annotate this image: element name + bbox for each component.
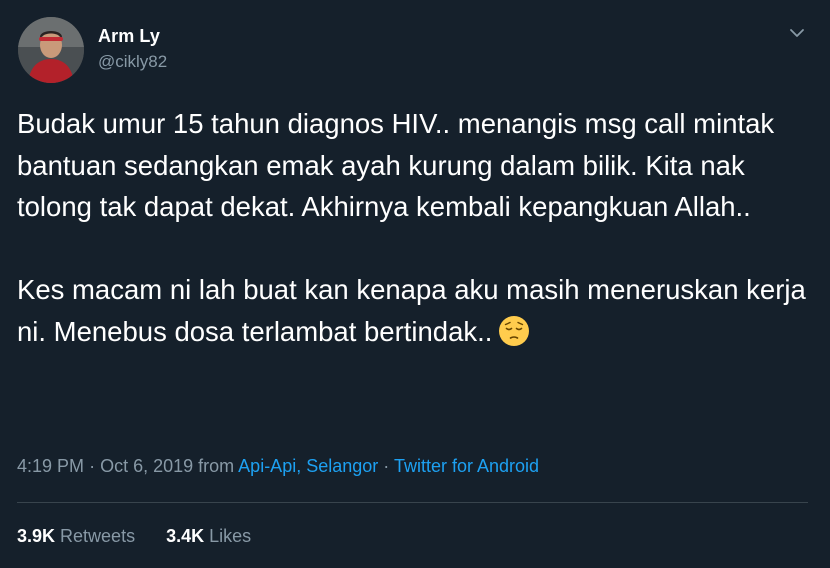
chevron-down-icon[interactable] [786, 24, 808, 42]
tweet-meta: 4:19 PM · Oct 6, 2019 from Api-Api, Sela… [17, 456, 539, 477]
meta-from-label: from [198, 456, 235, 476]
likes-stat[interactable]: 3.4K Likes [166, 526, 251, 547]
retweets-stat[interactable]: 3.9K Retweets [17, 526, 135, 547]
tweet-time[interactable]: 4:19 PM [17, 456, 84, 476]
retweets-label: Retweets [60, 526, 136, 546]
likes-count: 3.4K [166, 526, 205, 546]
tweet-paragraph-1: Budak umur 15 tahun diagnos HIV.. menang… [17, 108, 775, 222]
tweet-text: Budak umur 15 tahun diagnos HIV.. menang… [17, 103, 817, 352]
engagement-stats: 3.9K Retweets 3.4K Likes [17, 526, 251, 547]
tweet-date[interactable]: Oct 6, 2019 [100, 456, 193, 476]
author-handle[interactable]: @cikly82 [98, 52, 167, 72]
avatar-image [18, 17, 84, 83]
meta-separator: · [89, 456, 96, 476]
divider [17, 502, 808, 503]
retweets-count: 3.9K [17, 526, 56, 546]
avatar[interactable] [18, 17, 84, 83]
pensive-face-emoji-icon [498, 315, 530, 347]
tweet-card: Arm Ly @cikly82 Budak umur 15 tahun diag… [0, 0, 830, 568]
source-link[interactable]: Twitter for Android [394, 456, 539, 476]
author-display-name[interactable]: Arm Ly [98, 26, 160, 47]
location-link[interactable]: Api-Api, Selangor [238, 456, 378, 476]
tweet-paragraph-2-text: Kes macam ni lah buat kan kenapa aku mas… [17, 274, 806, 347]
meta-separator: · [383, 456, 390, 476]
likes-label: Likes [209, 526, 252, 546]
tweet-paragraph-2: Kes macam ni lah buat kan kenapa aku mas… [17, 269, 817, 352]
